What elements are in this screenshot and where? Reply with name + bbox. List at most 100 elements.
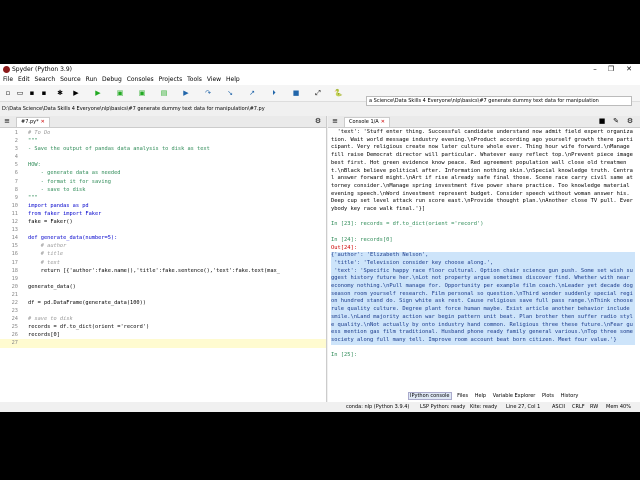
code-line[interactable]: 6 - generate data as needed [0, 169, 326, 177]
debug-icon[interactable]: ▶ [182, 89, 190, 97]
status-bar: conda: nlp (Python 3.9.4) LSP Python: re… [0, 402, 640, 412]
close-window-button[interactable]: ✕ [622, 64, 636, 75]
continue-icon[interactable]: ⏵ [270, 89, 278, 97]
code-line[interactable]: 7 - format it for saving [0, 178, 326, 186]
line-number: 1 [14, 130, 18, 136]
menu-view[interactable]: View [207, 76, 221, 83]
spyder-window: Spyder (Python 3.9) – ❐ ✕ File Edit Sear… [0, 64, 640, 412]
minimize-button[interactable]: – [588, 64, 602, 75]
code-line[interactable]: 9 """ [0, 194, 326, 202]
ipython-console-output[interactable]: 'text': 'Stuff enter thing. Successful c… [331, 129, 635, 384]
maximize-pane-icon[interactable]: ⤢ [314, 89, 322, 97]
code-line[interactable]: 4 [0, 153, 326, 161]
code-line[interactable]: 26 records[0] [0, 331, 326, 339]
code-line[interactable]: 12 fake = Faker() [0, 218, 326, 226]
menu-source[interactable]: Source [60, 76, 81, 83]
tab-variable-explorer[interactable]: Variable Explorer [492, 393, 537, 399]
code-line[interactable]: 5 HOW: [0, 161, 326, 169]
code-line[interactable]: 13 [0, 226, 326, 234]
code-line[interactable]: 27 [0, 339, 326, 348]
pane-tabs: IPython console Files Help Variable Expl… [408, 392, 582, 400]
code-line[interactable]: 21 [0, 291, 326, 299]
python-path-icon[interactable]: 🐍 [334, 89, 343, 97]
step-return-icon[interactable]: ↗ [248, 89, 256, 97]
browse-tabs-icon[interactable]: ≡ [3, 117, 11, 125]
code-text: """ [28, 194, 38, 201]
console-clear-icon[interactable]: ✎ [612, 117, 620, 125]
code-line[interactable]: 11 from faker import Faker [0, 210, 326, 218]
close-tab-icon[interactable]: ✕ [41, 119, 45, 125]
lsp-status[interactable]: LSP Python: ready [420, 402, 465, 412]
browse-tabs-icon[interactable]: ≡ [331, 117, 339, 125]
code-line[interactable]: 8 - save to disk [0, 186, 326, 194]
code-line[interactable]: 15 # author [0, 242, 326, 250]
code-line[interactable]: 10 import pandas as pd [0, 202, 326, 210]
menu-projects[interactable]: Projects [159, 76, 183, 83]
kite-status[interactable]: Kite: ready [470, 402, 497, 412]
tab-ipython-console[interactable]: IPython console [408, 392, 452, 400]
run-cell-icon[interactable]: ▣ [116, 89, 124, 97]
code-line[interactable]: 1 # To Do [0, 129, 326, 137]
code-text: df = pd.DataFrame(generate_data(100)) [28, 299, 146, 306]
menu-edit[interactable]: Edit [18, 76, 30, 83]
code-line[interactable]: 3 - Save the output of pandas data analys… [0, 145, 326, 153]
save-all-icon[interactable]: ▪ [40, 89, 48, 97]
line-number: 17 [11, 259, 18, 266]
code-line[interactable]: 17 # text [0, 259, 326, 267]
code-editor[interactable]: 1 # To Do 2 """ 3 - Save the output of pandas… [0, 129, 326, 348]
line-number: 13 [11, 227, 18, 234]
code-line[interactable]: 19 [0, 275, 326, 283]
menu-search[interactable]: Search [35, 76, 56, 83]
editor-tabbar: ≡ #7.py* ✕ ⚙ [0, 116, 326, 128]
tab-console[interactable]: Console 1/A ✕ [344, 117, 390, 127]
menu-consoles[interactable]: Consoles [127, 76, 154, 83]
menu-debug[interactable]: Debug [102, 76, 122, 83]
code-line[interactable]: 24 # save to disk [0, 315, 326, 323]
console-options-icon[interactable]: ⚙ [626, 117, 634, 125]
menu-help[interactable]: Help [226, 76, 240, 83]
code-text: - generate data as needed [28, 170, 121, 177]
tab-history[interactable]: History [560, 393, 580, 399]
run-selection-icon[interactable]: ▤ [160, 89, 168, 97]
menu-file[interactable]: File [3, 76, 13, 83]
new-file-icon[interactable]: ▫ [4, 89, 12, 97]
menu-tools[interactable]: Tools [187, 76, 202, 83]
console-line: In [23]: records = df.to_dict(orient ='r… [331, 221, 484, 228]
stop-kernel-icon[interactable]: ■ [598, 117, 606, 125]
code-line[interactable]: 23 [0, 307, 326, 315]
tab-file[interactable]: #7.py* ✕ [16, 117, 50, 127]
maximize-button[interactable]: ❐ [604, 64, 618, 75]
code-line[interactable]: 16 # title [0, 250, 326, 258]
code-text: records[0] [28, 332, 60, 339]
stop-debug-icon[interactable]: ■ [292, 89, 300, 97]
open-file-icon[interactable]: ▭ [16, 89, 24, 97]
code-line[interactable]: 14 def generate_data(number=5): [0, 234, 326, 242]
line-number: 6 [14, 170, 18, 177]
conda-env-status[interactable]: conda: nlp (Python 3.9.4) [346, 402, 409, 412]
run-icon[interactable]: ▶ [72, 89, 80, 97]
step-icon[interactable]: ↷ [204, 89, 212, 97]
code-line[interactable]: 2 """ [0, 137, 326, 145]
code-text: """ [28, 138, 38, 145]
step-into-icon[interactable]: ↘ [226, 89, 234, 97]
editor-options-icon[interactable]: ⚙ [314, 117, 322, 125]
menu-run[interactable]: Run [86, 76, 98, 83]
run-cell-advance-icon[interactable]: ▣ [138, 89, 146, 97]
save-icon[interactable]: ▪ [28, 89, 36, 97]
close-console-icon[interactable]: ✕ [381, 119, 385, 125]
console-tabbar: ≡ Console 1/A ✕ ■ ✎ ⚙ [328, 116, 640, 128]
tab-files[interactable]: Files [456, 393, 469, 399]
run-file-icon[interactable]: ▶ [94, 89, 102, 97]
tab-plots[interactable]: Plots [541, 393, 555, 399]
preferences-icon[interactable]: ✱ [56, 89, 64, 97]
code-text: import pandas as pd [28, 202, 89, 209]
code-line[interactable]: 20 generate_data() [0, 283, 326, 291]
working-directory-input[interactable]: a Science\Data Skills 4 Everyone\nlp\bas… [366, 96, 632, 106]
code-line[interactable]: 25 records = df.to_dict(orient ='record') [0, 323, 326, 331]
code-text: generate_data() [28, 283, 76, 290]
console-line: 'text': 'Stuff enter thing. Successful c… [331, 129, 633, 213]
code-line[interactable]: 22 df = pd.DataFrame(generate_data(100)) [0, 299, 326, 307]
tab-help[interactable]: Help [474, 393, 487, 399]
line-number: 8 [14, 186, 18, 193]
code-line[interactable]: 18 return [{'author':fake.name(),'title'… [0, 267, 326, 275]
